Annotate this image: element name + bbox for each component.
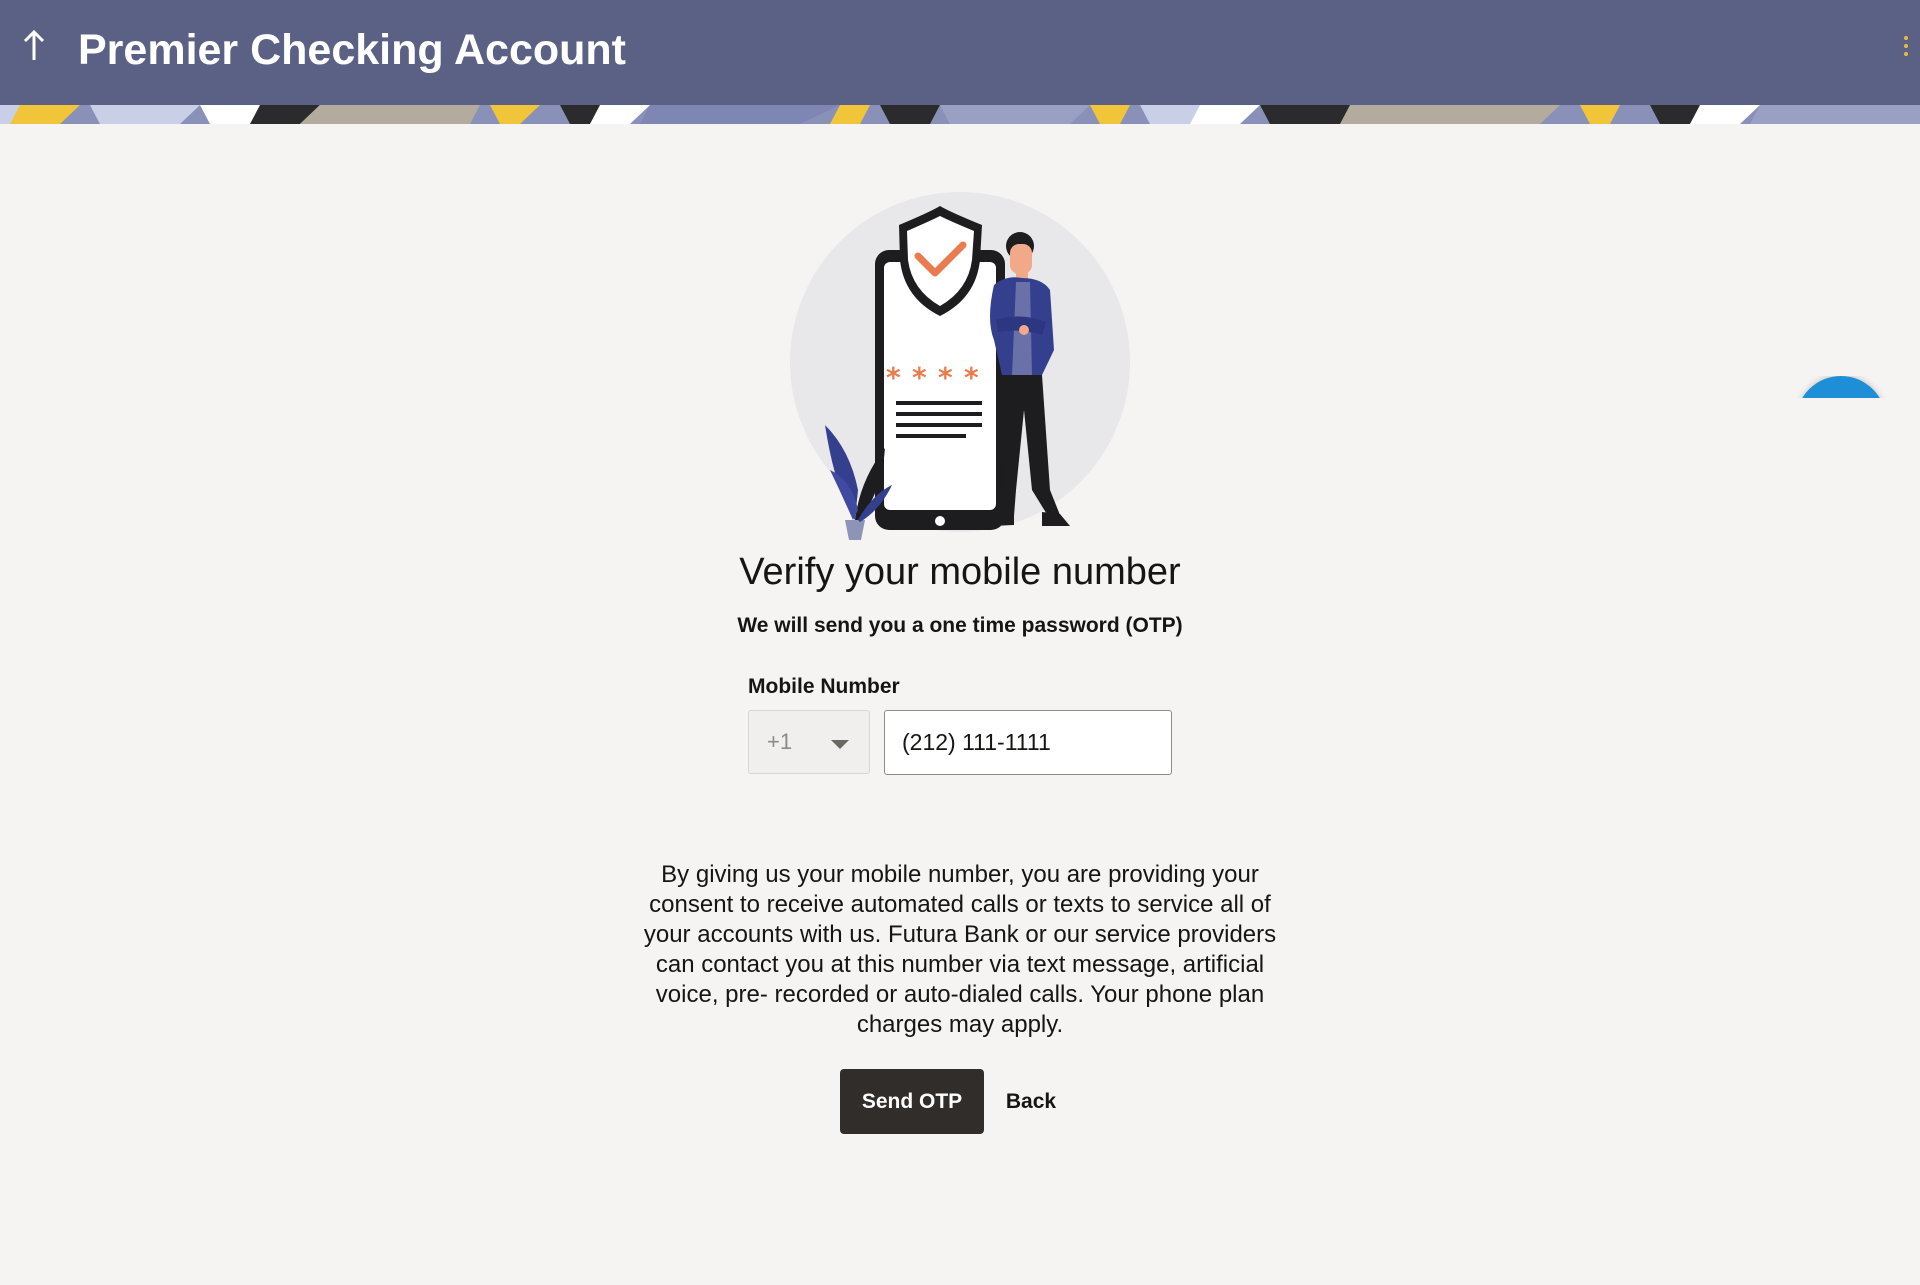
help-chat-button[interactable] (1796, 376, 1886, 398)
svg-text:*: * (886, 361, 901, 394)
verify-heading: Verify your mobile number (739, 551, 1181, 593)
send-otp-button[interactable]: Send OTP (840, 1069, 984, 1134)
page-title: Premier Checking Account (78, 26, 626, 74)
svg-text:*: * (964, 361, 979, 394)
kebab-menu-icon[interactable] (1902, 36, 1910, 62)
country-code-value: +1 (767, 729, 793, 754)
mobile-number-input[interactable] (884, 710, 1172, 775)
decorative-pattern-band (0, 105, 1920, 124)
back-button[interactable]: Back (996, 1069, 1066, 1134)
arrow-up-icon[interactable] (18, 26, 50, 66)
phone-security-illustration: * * * * (790, 192, 1130, 540)
chevron-down-icon (831, 740, 849, 749)
app-header: Premier Checking Account (0, 0, 1920, 124)
svg-text:*: * (912, 361, 927, 394)
country-code-select[interactable]: +1 (748, 710, 870, 774)
svg-text:*: * (938, 361, 953, 394)
mobile-number-label: Mobile Number (748, 675, 900, 698)
consent-text: By giving us your mobile number, you are… (643, 861, 1277, 1038)
otp-subheading: We will send you a one time password (OT… (737, 614, 1183, 637)
